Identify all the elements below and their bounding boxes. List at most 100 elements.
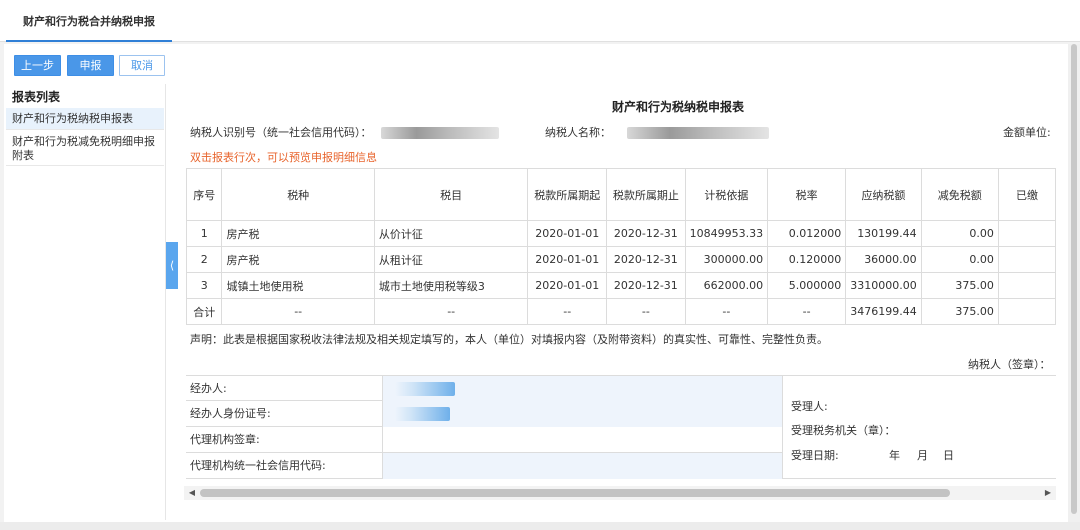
column-header: 已缴: [997, 168, 1056, 221]
sidebar-title: 报表列表: [12, 90, 61, 104]
table-cell: 2020-01-01: [527, 220, 608, 247]
table-cell: 从租计征: [373, 246, 529, 273]
agent-row: 经办人:: [186, 375, 782, 402]
table-cell: 662000.00: [684, 272, 769, 299]
table-cell: 从价计征: [373, 220, 529, 247]
table-cell: 0.00: [920, 220, 999, 247]
column-header: 减免税额: [920, 168, 999, 221]
table-cell: --: [527, 298, 608, 325]
column-header: 序号: [185, 168, 223, 221]
agent-field[interactable]: [382, 376, 782, 402]
table-cell: --: [606, 298, 686, 325]
taxpayer-name-label: 纳税人名称：: [545, 126, 611, 139]
table-cell: 房产税: [221, 220, 375, 247]
column-header: 税率: [767, 168, 847, 221]
table-cell: [997, 246, 1056, 273]
prev-step-button[interactable]: 上一步: [14, 55, 61, 76]
form-content: 财产和行为税纳税申报表 纳税人识别号（统一社会信用代码）： 纳税人名称： 金额单…: [178, 84, 1056, 504]
handler-section: 经办人: 经办人身份证号: 代理机构签章: 代理机构统一社会信用代码: 受理人:…: [186, 375, 1056, 479]
agent-id-row: 经办人身份证号:: [186, 401, 782, 427]
date-year-label: 年: [889, 449, 900, 462]
taxpayer-id-redacted: [381, 127, 499, 139]
form-title: 财产和行为税纳税申报表: [611, 100, 744, 114]
table-cell: --: [684, 298, 769, 325]
agent-id-field[interactable]: [382, 401, 782, 427]
sidebar-collapse-handle[interactable]: ⟨: [166, 242, 178, 289]
agent-id-label: 经办人身份证号:: [190, 407, 271, 420]
cancel-button[interactable]: 取消: [119, 55, 165, 76]
table-cell: 130199.44: [845, 220, 922, 247]
declare-button[interactable]: 申报: [67, 55, 114, 76]
agency-seal-row: 代理机构签章:: [186, 427, 782, 453]
table-row[interactable]: 3 城镇土地使用税 城市土地使用税等级3 2020-01-01 2020-12-…: [185, 272, 1056, 299]
column-header: 税款所属期止: [606, 168, 686, 221]
taxpayer-id-label: 纳税人识别号（统一社会信用代码）：: [190, 126, 372, 139]
table-cell: [997, 272, 1056, 299]
table-cell: 3310000.00: [845, 272, 922, 299]
amount-unit-label: 金额单位:: [1003, 126, 1051, 139]
agent-redacted: [395, 382, 455, 396]
horizontal-scrollbar-thumb[interactable]: [200, 489, 950, 497]
table-cell: 合计: [185, 298, 223, 325]
table-cell: 城市土地使用税等级3: [373, 272, 529, 299]
table-cell: [997, 220, 1056, 247]
declaration-statement: 声明：此表是根据国家税收法律法规及相关规定填写的，本人（单位）对填报内容（及附带…: [190, 333, 828, 346]
tab-bar: 财产和行为税合并纳税申报: [0, 0, 1080, 42]
table-cell: 300000.00: [684, 246, 769, 273]
horizontal-scrollbar[interactable]: ◀ ▶: [184, 486, 1056, 500]
table-row[interactable]: 2 房产税 从租计征 2020-01-01 2020-12-31 300000.…: [185, 246, 1056, 273]
taxpayer-signature-label: 纳税人（签章）：: [968, 358, 1051, 371]
table-cell: 3: [185, 272, 223, 299]
report-list-sidebar: 报表列表 财产和行为税纳税申报表 财产和行为税减免税明细申报附表: [6, 84, 166, 520]
table-cell: 375.00: [920, 272, 999, 299]
agency-credit-row: 代理机构统一社会信用代码:: [186, 453, 782, 479]
table-header-row: 序号 税种 税目 税款所属期起 税款所属期止 计税依据 税率 应纳税额 减免税额…: [185, 168, 1056, 221]
table-cell: 36000.00: [845, 246, 922, 273]
table-cell: 3476199.44: [845, 298, 922, 325]
agency-credit-field[interactable]: [382, 453, 782, 479]
vertical-scrollbar[interactable]: [1068, 44, 1080, 522]
tab-property-behavior-tax[interactable]: 财产和行为税合并纳税申报: [6, 0, 172, 42]
agent-label: 经办人:: [190, 382, 227, 395]
table-cell: 0.120000: [767, 246, 847, 273]
preview-hint: 双击报表行次，可以预览申报明细信息: [190, 151, 377, 164]
receive-date-label: 受理日期:: [791, 449, 839, 462]
sidebar-item-declaration-form[interactable]: 财产和行为税纳税申报表: [6, 108, 164, 130]
table-cell: 2020-01-01: [527, 246, 608, 273]
table-cell: 2020-12-31: [606, 220, 686, 247]
chevron-left-icon: ⟨: [169, 259, 175, 272]
column-header: 税目: [373, 168, 529, 221]
agent-id-redacted: [395, 407, 450, 421]
table-cell: 2020-12-31: [606, 246, 686, 273]
table-cell: --: [767, 298, 847, 325]
column-header: 税款所属期起: [527, 168, 608, 221]
bottom-strip: [0, 522, 1080, 530]
taxpayer-name-redacted: [626, 127, 769, 139]
table-row[interactable]: 1 房产税 从价计征 2020-01-01 2020-12-31 1084995…: [185, 220, 1056, 247]
table-cell: 5.000000: [767, 272, 847, 299]
table-cell: 10849953.33: [684, 220, 769, 247]
vertical-scrollbar-thumb[interactable]: [1071, 44, 1077, 514]
agency-seal-label: 代理机构签章:: [190, 433, 260, 446]
agency-seal-field[interactable]: [382, 427, 782, 453]
taxpayer-name-field: 纳税人名称：: [545, 124, 769, 140]
scroll-left-icon[interactable]: ◀: [186, 487, 198, 499]
table-cell: --: [373, 298, 529, 325]
tax-declaration-table: 序号 税种 税目 税款所属期起 税款所属期止 计税依据 税率 应纳税额 减免税额…: [185, 168, 1056, 325]
receiver-label: 受理人:: [791, 400, 828, 413]
sidebar-item-relief-schedule[interactable]: 财产和行为税减免税明细申报附表: [6, 132, 164, 166]
table-total-row: 合计 -- -- -- -- -- -- 3476199.44 375.00: [185, 298, 1056, 325]
table-cell: 2020-01-01: [527, 272, 608, 299]
table-cell: [997, 298, 1056, 325]
column-header: 计税依据: [684, 168, 769, 221]
date-month-label: 月: [917, 449, 928, 462]
receiver-section: 受理人: 受理税务机关（章）： 受理日期: 年 月 日: [782, 375, 1056, 479]
agency-credit-label: 代理机构统一社会信用代码:: [190, 459, 326, 472]
scroll-right-icon[interactable]: ▶: [1042, 487, 1054, 499]
column-header: 税种: [221, 168, 375, 221]
date-day-label: 日: [943, 449, 954, 462]
column-header: 应纳税额: [845, 168, 922, 221]
tax-office-label: 受理税务机关（章）：: [791, 424, 896, 437]
table-cell: 0.012000: [767, 220, 847, 247]
table-cell: 房产税: [221, 246, 375, 273]
